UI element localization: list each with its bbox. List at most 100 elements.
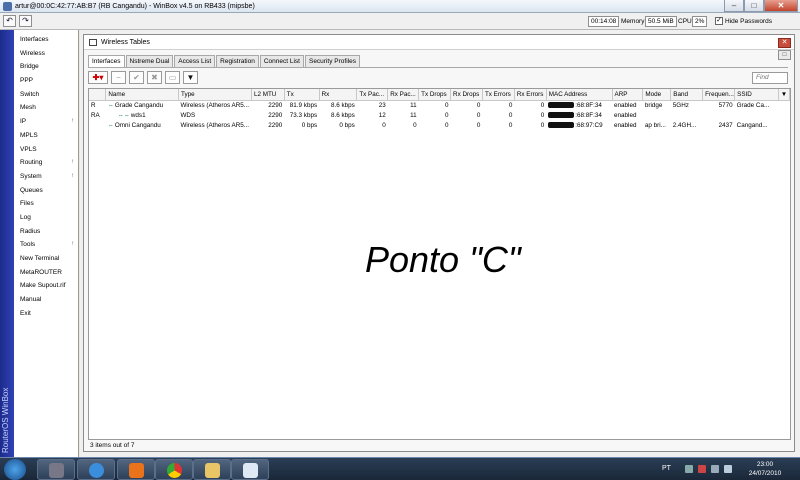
interface-name: Omni Cangandu — [114, 121, 161, 129]
language-indicator[interactable]: PT — [662, 465, 671, 472]
volume-icon[interactable] — [724, 465, 732, 473]
sidebar-item-bridge[interactable]: Bridge — [14, 60, 78, 74]
sidebar-item-ip[interactable]: IP ↑ — [14, 115, 78, 129]
find-input[interactable]: Find — [752, 72, 788, 84]
column-header[interactable]: Rx Errors — [514, 89, 547, 101]
tab-connect-list[interactable]: Connect List — [259, 55, 304, 67]
column-header[interactable]: SSID — [734, 89, 779, 101]
tab-registration[interactable]: Registration — [216, 55, 259, 67]
cell-freq: 5770 — [718, 102, 733, 109]
cell-rxp: 11 — [410, 102, 417, 109]
column-header[interactable]: Tx Drops — [418, 89, 452, 101]
sidebar-item-vpls[interactable]: VPLS — [14, 143, 78, 157]
close-button[interactable]: ✕ — [764, 0, 798, 12]
sidebar-item-label: Radius — [20, 227, 41, 235]
column-header[interactable]: Tx Errors — [482, 89, 515, 101]
cell-mac: :68:97:C9 — [546, 121, 612, 131]
sidebar-item-routing[interactable]: Routing ↑ — [14, 156, 78, 170]
column-header[interactable]: ARP — [612, 89, 644, 101]
winbox-app-icon — [3, 1, 12, 11]
column-header[interactable] — [89, 89, 107, 101]
sidebar-item-queues[interactable]: Queues — [14, 184, 78, 198]
sidebar-item-label: Routing — [20, 159, 43, 167]
remove-button[interactable]: − — [111, 71, 126, 84]
cell-arp: enabled — [614, 122, 637, 129]
column-header[interactable]: Type — [178, 89, 252, 101]
hide-passwords-checkbox[interactable]: ✓ — [715, 17, 723, 25]
add-button[interactable]: ✚▾ — [88, 71, 108, 84]
taskbar-window-switcher[interactable] — [37, 459, 75, 480]
tray-expand-icon[interactable] — [685, 465, 693, 473]
windows-taskbar: PT 23:00 24/07/2010 — [0, 457, 800, 480]
sidebar-item-tools[interactable]: Tools ↑ — [14, 238, 78, 252]
taskbar-winbox[interactable] — [231, 459, 269, 480]
cell-tx: 0 bps — [301, 122, 318, 129]
sidebar-item-wireless[interactable]: Wireless — [14, 47, 78, 61]
sidebar-item-make-supout-rif[interactable]: Make Supout.rif — [14, 279, 78, 293]
column-header[interactable]: Tx Pac... — [356, 89, 389, 101]
tab-security-profiles[interactable]: Security Profiles — [304, 55, 360, 67]
cell-txd: 0 — [445, 112, 449, 119]
sidebar-item-radius[interactable]: Radius — [14, 225, 78, 239]
taskbar-explorer[interactable] — [193, 459, 231, 480]
cell-ssid — [735, 111, 779, 121]
table-row[interactable]: R ⇔Grade Cangandu Wireless (Atheros AR5...… — [89, 100, 790, 111]
sidebar-item-new-terminal[interactable]: New Terminal — [14, 252, 78, 266]
sidebar-item-manual[interactable]: Manual — [14, 293, 78, 307]
maximize-button[interactable]: □ — [744, 0, 764, 12]
table-header-row: Name Type L2 MTU Tx Rx Tx Pac... Rx Pac... Tx D… — [89, 89, 790, 101]
clock[interactable]: 23:00 24/07/2010 — [740, 460, 790, 478]
wireless-interface-icon: ⇔ — [107, 102, 114, 109]
cell-filler — [778, 111, 789, 121]
disable-button[interactable]: ✖ — [147, 71, 162, 84]
sidebar-item-system[interactable]: System ↑ — [14, 170, 78, 184]
column-header[interactable]: Frequen... — [702, 89, 736, 101]
column-header[interactable]: Rx — [319, 89, 358, 101]
action-center-icon[interactable] — [698, 465, 706, 473]
cell-flag: RA — [91, 112, 100, 119]
table-row[interactable]: ⇔Omni Cangandu Wireless (Atheros AR5... 22… — [89, 121, 790, 131]
undo-button[interactable]: ↶ — [3, 15, 16, 27]
column-header[interactable]: Rx Pac... — [387, 89, 420, 101]
wireless-interface-icon: ⇔⇔ — [117, 112, 130, 119]
redo-button[interactable]: ↷ — [19, 15, 32, 27]
sidebar-item-mesh[interactable]: Mesh — [14, 101, 78, 115]
window-controls: – □ ✕ — [724, 0, 798, 12]
taskbar-media-player[interactable] — [117, 459, 155, 480]
tab-access-list[interactable]: Access List — [174, 55, 216, 67]
cell-mac: :68:8F:34 — [546, 100, 612, 111]
column-chooser-icon[interactable]: ▼ — [778, 89, 790, 101]
enable-button[interactable]: ✔ — [129, 71, 144, 84]
filter-icon[interactable]: ▼ — [183, 71, 198, 84]
tab-nstreme-dual[interactable]: Nstreme Dual — [125, 55, 174, 67]
redacted-mac-mark — [548, 112, 575, 119]
cell-txp: 12 — [378, 112, 386, 119]
wireless-maximize-button[interactable]: □ — [778, 50, 791, 60]
column-header[interactable]: Mode — [642, 89, 672, 101]
column-header[interactable]: Rx Drops — [450, 89, 483, 101]
table-row[interactable]: RA ⇔⇔wds1 WDS 2290 73.3 kbps 8.6 kbps 12 11 0 0 0 0… — [89, 111, 790, 121]
column-header[interactable]: L2 MTU — [251, 89, 285, 101]
column-header[interactable]: MAC Address — [546, 89, 613, 101]
comment-button[interactable]: ▭ — [165, 71, 180, 84]
network-icon[interactable] — [711, 465, 719, 473]
column-header[interactable]: Name — [105, 89, 179, 101]
folder-icon — [205, 463, 220, 478]
wireless-close-button[interactable]: ✕ — [778, 38, 791, 48]
column-header[interactable]: Band — [670, 89, 704, 101]
sidebar-item-interfaces[interactable]: Interfaces — [14, 33, 78, 47]
column-header[interactable]: Tx — [284, 89, 320, 101]
taskbar-internet-explorer[interactable] — [77, 459, 115, 480]
sidebar-item-log[interactable]: Log — [14, 211, 78, 225]
workspace: Wireless Tables ✕ □ Interfaces Nstreme Du… — [80, 30, 800, 457]
title-bar: artur@00:0C:42:77:AB:B7 (RB Cangandu) - … — [0, 0, 800, 13]
minimize-button[interactable]: – — [724, 0, 744, 12]
sidebar-item-mpls[interactable]: MPLS — [14, 129, 78, 143]
sidebar-item-files[interactable]: Files — [14, 197, 78, 211]
sidebar-item-switch[interactable]: Switch — [14, 88, 78, 102]
sidebar-item-exit[interactable]: Exit — [14, 307, 78, 321]
sidebar-item-ppp[interactable]: PPP — [14, 74, 78, 88]
taskbar-chrome[interactable] — [155, 459, 193, 480]
sidebar-item-metarouter[interactable]: MetaROUTER — [14, 266, 78, 280]
start-button[interactable] — [4, 459, 26, 480]
